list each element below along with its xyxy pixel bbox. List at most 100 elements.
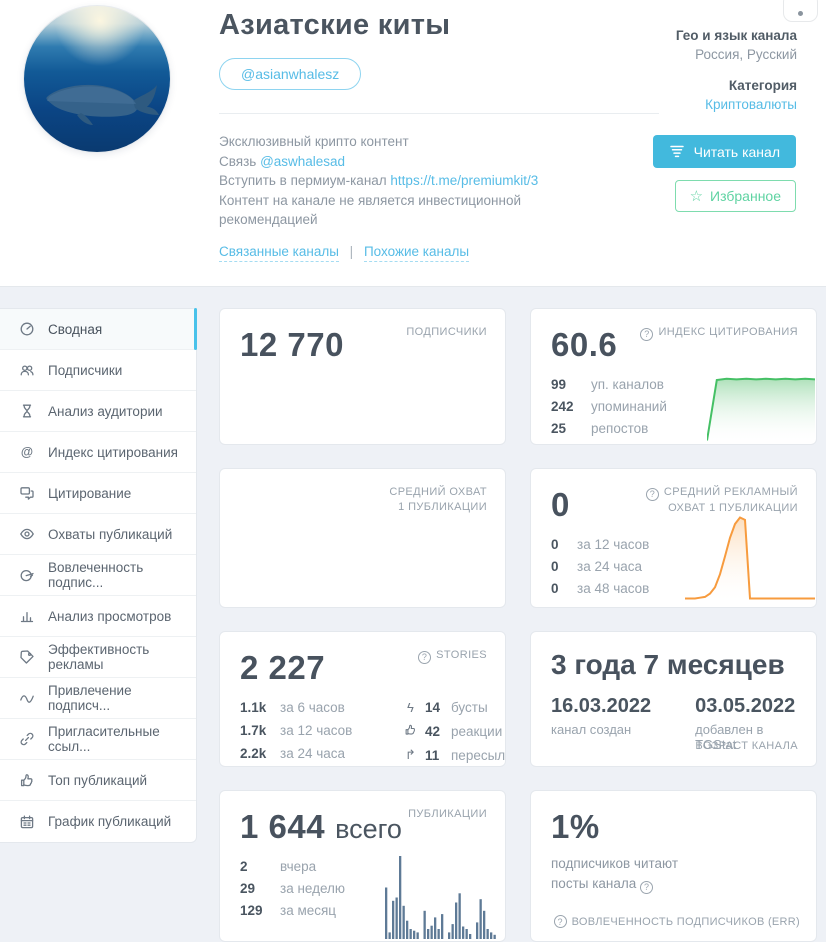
created-date-block: 16.03.2022 канал создан — [551, 695, 651, 752]
at-icon: @ — [21, 445, 33, 459]
help-icon[interactable]: ? — [418, 651, 432, 664]
sidebar-item-invite-links[interactable]: Пригласительные ссыл... — [0, 719, 196, 760]
sidebar-item-post-reach[interactable]: Охваты публикаций — [0, 514, 196, 555]
sidebar-item-subscriber-engagement[interactable]: Вовлеченность подпис... — [0, 555, 196, 596]
reactions-thumb-icon — [402, 723, 419, 739]
subscribers-card-label: ПОДПИСЧИКИ — [406, 326, 487, 338]
description-line: Контент на канале не является инвестицио… — [219, 192, 521, 228]
stories-time-stats: 1.1k за 6 часов 1.7k за 12 часов 2.2k за 24… — [240, 700, 388, 766]
link-icon — [20, 732, 34, 746]
gear-icon — [798, 11, 803, 16]
publications-card-label: ПУБЛИКАЦИИ — [408, 808, 487, 820]
citation-index-chart — [707, 377, 815, 443]
avg-ad-reach-card-label: ? СРЕДНИЙ РЕКЛАМНЫЙ ОХВАТ 1 ПУБЛИКАЦИИ — [645, 485, 798, 516]
subscribers-card: 12 770 ПОДПИСЧИКИ — [219, 308, 506, 445]
channel-header: Азиатские киты @asianwhalesz Эксклюзивны… — [0, 0, 826, 287]
header-divider — [219, 113, 659, 114]
created-date: 16.03.2022 — [551, 695, 652, 717]
err-card-label: ? ВОВЛЕЧЕННОСТЬ ПОДПИСЧИКОВ (ERR) — [553, 915, 800, 928]
added-date: 03.05.2022 — [695, 695, 796, 717]
citation-index-card-label: ? ИНДЕКС ЦИТИРОВАНИЯ — [640, 325, 798, 341]
channel-links-row: Связанные каналы | Похожие каналы — [219, 244, 470, 262]
channel-meta: Гео и язык канала Россия, Русский Катего… — [676, 26, 797, 114]
stat-row: 1.7k за 12 часов — [240, 723, 353, 738]
stories-card-label: ? STORIES — [418, 648, 487, 664]
settings-corner-button[interactable] — [783, 0, 818, 22]
stat-row: 1.1k за 6 часов — [240, 700, 345, 715]
similar-channels-link[interactable]: Похожие каналы — [363, 244, 470, 262]
stories-card: 2 227 ? STORIES 1.1k за 6 часов 1.7k за 12 … — [219, 631, 506, 767]
eye-icon — [20, 528, 34, 540]
calendar-icon — [20, 815, 34, 828]
help-icon[interactable]: ? — [553, 915, 567, 928]
help-icon[interactable]: ? — [640, 880, 654, 894]
contact-link[interactable]: @aswhalesad — [260, 154, 345, 169]
sidebar-item-ad-effectiveness[interactable]: Эффективность рекламы — [0, 637, 196, 678]
boost-bolt-icon: ϟ — [407, 700, 414, 715]
forwards-arrow-icon: ↱ — [405, 747, 416, 762]
avg-ad-reach-card: 0 ? СРЕДНИЙ РЕКЛАМНЫЙ ОХВАТ 1 ПУБЛИКАЦИИ … — [530, 468, 817, 608]
thumbs-up-icon — [20, 774, 33, 787]
channel-age-value: 3 года 7 месяцев — [551, 649, 785, 680]
publications-value-suffix: всего — [335, 814, 402, 844]
stats-cards-grid: 12 770 ПОДПИСЧИКИ 60.6 ? ИНДЕКС ЦИТИРОВАН… — [219, 308, 817, 942]
sidebar-item-subscribers[interactable]: Подписчики — [0, 350, 196, 391]
svg-text:@: @ — [21, 445, 33, 459]
sidebar-item-top-posts[interactable]: Топ публикаций — [0, 760, 196, 801]
whale-photo — [24, 6, 170, 152]
stat-row: ϟ 14 бусты — [402, 700, 505, 715]
citation-index-card: 60.6 ? ИНДЕКС ЦИТИРОВАНИЯ 99 уп. каналов 2… — [530, 308, 817, 445]
category-value-link[interactable]: Криптовалюты — [705, 97, 797, 112]
sidebar-item-citation[interactable]: Цитирование — [0, 473, 196, 514]
read-channel-button[interactable]: Читать канал — [652, 135, 796, 168]
sidebar-item-summary[interactable]: Сводная — [0, 308, 197, 350]
publications-chart — [385, 856, 496, 939]
bar-chart-icon — [20, 611, 34, 623]
main-area: Сводная Подписчики Анализ аудитории @ Ин… — [0, 287, 826, 942]
sidebar-item-subscriber-acquisition[interactable]: Привлечение подписч... — [0, 678, 196, 719]
err-card: 1% подписчиков читают посты канала ? ? ВО… — [530, 790, 817, 942]
channel-avatar — [24, 6, 170, 152]
geo-label: Гео и язык канала — [675, 28, 797, 43]
channel-age-card-label: ВОЗРАСТ КАНАЛА — [695, 740, 798, 752]
wave-icon — [20, 695, 34, 703]
geo-value: Россия, Русский — [695, 47, 797, 62]
help-icon[interactable]: ? — [645, 488, 659, 501]
star-icon: ☆ — [689, 188, 704, 205]
ad-reach-chart — [685, 516, 815, 601]
sidebar-item-post-schedule[interactable]: График публикаций — [0, 801, 196, 842]
description-line: Вступить в пермиум-канал https://t.me/pr… — [219, 173, 539, 188]
stories-action-stats: ϟ 14 бусты 42 реакции ↱ 11 пересылки — [402, 700, 505, 766]
page-title: Азиатские киты — [219, 9, 451, 41]
premium-channel-link[interactable]: https://t.me/premiumkit/3 — [390, 173, 538, 188]
stories-stats: 1.1k за 6 часов 1.7k за 12 часов 2.2k за 24… — [240, 700, 505, 766]
description-line: Связь @aswhalesad — [219, 153, 346, 169]
quote-icon — [20, 487, 34, 500]
created-date-label: канал создан — [551, 722, 632, 737]
publications-card: 1 644 всего ПУБЛИКАЦИИ 2 вчера 29 за недел… — [219, 790, 506, 942]
avg-reach-card: СРЕДНИЙ ОХВАТ 1 ПУБЛИКАЦИИ — [219, 468, 506, 608]
related-channels-link[interactable]: Связанные каналы — [219, 244, 339, 262]
username-badge[interactable]: @asianwhalesz — [219, 58, 362, 90]
engagement-icon — [20, 569, 34, 582]
err-description: подписчиков читают посты канала ? — [551, 856, 679, 894]
err-value: 1% — [551, 808, 600, 845]
links-separator: | — [349, 244, 354, 259]
stat-row: ↱ 11 пересылки — [402, 747, 505, 763]
category-label: Категория — [728, 78, 797, 93]
stat-row: 2.2k за 24 часа — [240, 746, 346, 761]
channel-description: Эксклюзивный крипто контент Связь @aswha… — [219, 132, 555, 230]
description-line: Эксклюзивный крипто контент — [219, 134, 409, 149]
help-icon[interactable]: ? — [640, 328, 654, 341]
sidebar-item-views-analysis[interactable]: Анализ просмотров — [0, 596, 196, 637]
hourglass-icon — [22, 404, 32, 418]
avg-reach-card-label: СРЕДНИЙ ОХВАТ 1 ПУБЛИКАЦИИ — [389, 486, 487, 513]
sidebar-nav: Сводная Подписчики Анализ аудитории @ Ин… — [0, 308, 197, 843]
stat-row: 42 реакции — [402, 723, 505, 739]
sidebar-item-citation-index[interactable]: @ Индекс цитирования — [0, 432, 196, 473]
gauge-icon — [20, 322, 34, 336]
sidebar-item-audience-analysis[interactable]: Анализ аудитории — [0, 391, 196, 432]
publications-value: 1 644 — [240, 808, 326, 845]
feed-lines-icon — [669, 145, 684, 158]
favorite-button[interactable]: ☆ Избранное — [674, 180, 796, 212]
